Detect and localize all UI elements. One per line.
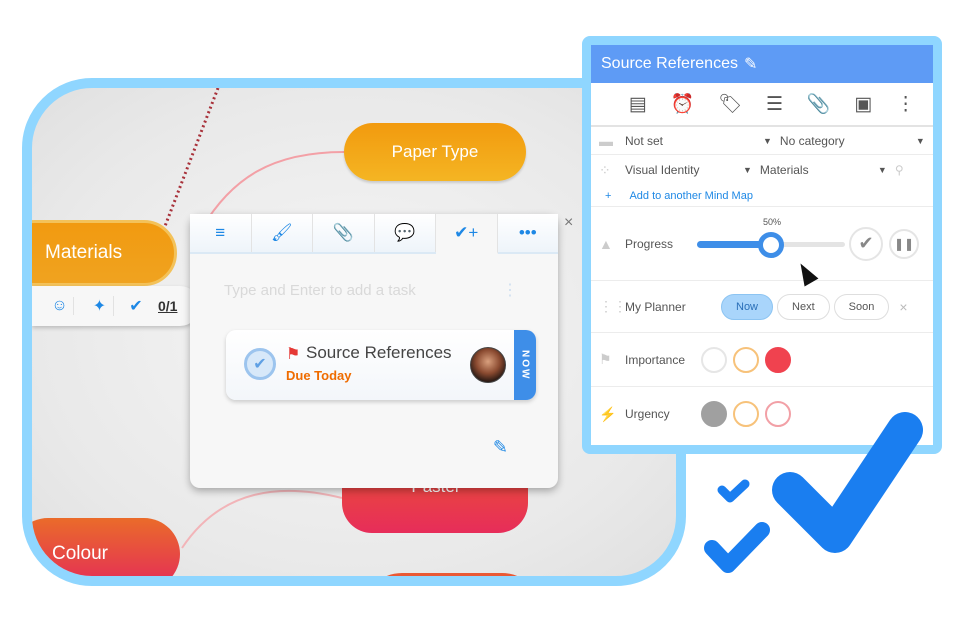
lightning-icon: ⚡ bbox=[599, 405, 617, 422]
flag-icon: ⚑ bbox=[599, 351, 612, 367]
importance-row: ⚑ Importance bbox=[591, 333, 933, 387]
progress-row: ▲ Progress 50% ✔ ❚❚ bbox=[591, 207, 933, 281]
task-title: Source References bbox=[306, 343, 452, 362]
node-toolbar: ☺ ✦ ✔ 0/1 bbox=[32, 286, 200, 326]
slider-thumb[interactable] bbox=[758, 231, 784, 258]
tab-comments[interactable]: 💬 bbox=[374, 214, 436, 252]
image-icon[interactable]: ▣ bbox=[854, 93, 872, 116]
task-complete-checkbox[interactable]: ✔ bbox=[244, 348, 276, 380]
planner-icon: ⋮⋮ bbox=[599, 298, 627, 314]
task-check-icon[interactable]: ✔ bbox=[126, 296, 146, 316]
tab-tasks[interactable]: ✔+ bbox=[436, 214, 498, 254]
map-select[interactable]: Visual Identity bbox=[625, 163, 735, 177]
importance-option-none[interactable] bbox=[701, 346, 727, 373]
paperclip-icon[interactable]: 📎 bbox=[807, 92, 831, 116]
connector-pastel bbox=[181, 489, 343, 549]
paperclip-icon: 📎 bbox=[332, 223, 354, 242]
planner-label: My Planner bbox=[625, 299, 686, 314]
check-icon: ✔ bbox=[858, 233, 874, 253]
add-to-map-label: Add to another Mind Map bbox=[629, 189, 753, 202]
plus-icon: + bbox=[605, 189, 612, 202]
decorative-checkmarks bbox=[704, 412, 923, 573]
properties-panel: Source References ✎ ▤ ⏰ 🏷 ☰ 📎 ▣ ⋮ ▬ Not … bbox=[582, 36, 942, 454]
connector-dotted bbox=[160, 88, 220, 235]
progress-slider[interactable]: 50% bbox=[697, 217, 845, 259]
emoji-add-icon[interactable]: ☺ bbox=[46, 297, 74, 315]
tab-style[interactable]: 🖌 bbox=[251, 214, 313, 252]
tag-icon[interactable]: 🏷 bbox=[718, 92, 742, 116]
node-materials[interactable]: Materials bbox=[32, 220, 177, 286]
planner-soon-button[interactable]: Soon bbox=[833, 293, 890, 320]
task-panel-tabs: ≡ 🖌 📎 💬 ✔+ ••• bbox=[190, 214, 558, 254]
importance-label: Importance bbox=[625, 352, 686, 367]
task-now-badge: NOW bbox=[514, 330, 536, 400]
large-check-icon bbox=[772, 412, 923, 553]
check-icon: ✔ bbox=[253, 356, 267, 373]
map-node-select[interactable]: Materials bbox=[760, 163, 870, 177]
comment-icon: 💬 bbox=[394, 223, 416, 242]
mind-map-icon: ⁘ bbox=[599, 161, 611, 178]
notes-icon: ≡ bbox=[215, 223, 226, 242]
edit-title-icon[interactable]: ✎ bbox=[744, 54, 757, 74]
clear-planner-icon[interactable]: × bbox=[899, 299, 907, 315]
add-task-input[interactable]: Type and Enter to add a task bbox=[224, 282, 416, 299]
complete-button[interactable]: ✔ bbox=[849, 226, 883, 261]
chevron-down-icon[interactable]: ▼ bbox=[763, 136, 772, 146]
more-vertical-icon[interactable]: ⋮ bbox=[896, 93, 915, 116]
edit-pencil-icon[interactable]: ✎ bbox=[493, 437, 508, 458]
task-panel: ≡ 🖌 📎 💬 ✔+ ••• Type and Enter to add a t… bbox=[190, 214, 558, 488]
locate-pin-icon[interactable]: ⚲ bbox=[895, 163, 904, 177]
node-paper-type[interactable]: Paper Type bbox=[344, 123, 526, 181]
list-icon[interactable]: ☰ bbox=[766, 93, 783, 116]
node-colour[interactable]: Colour bbox=[32, 518, 180, 576]
planner-next-button[interactable]: Next bbox=[777, 293, 830, 320]
folder-row: ▬ Not set ▼ No category ▼ bbox=[591, 127, 933, 155]
more-icon: ••• bbox=[518, 223, 537, 242]
close-icon[interactable]: × bbox=[564, 214, 573, 232]
small-check-icon bbox=[717, 479, 750, 503]
task-card[interactable]: ✔ ⚑ Source References Due Today NOW bbox=[226, 330, 536, 400]
category-select[interactable]: No category bbox=[780, 134, 908, 148]
tab-attachments[interactable]: 📎 bbox=[313, 214, 375, 252]
chevron-down-icon[interactable]: ▼ bbox=[878, 165, 887, 175]
properties-header: Source References ✎ bbox=[591, 45, 933, 83]
mountain-icon: ▲ bbox=[599, 235, 613, 252]
planner-row: ⋮⋮ My Planner Now Next Soon × bbox=[591, 281, 933, 333]
more-vertical-icon[interactable]: ⋮ bbox=[502, 280, 518, 300]
importance-option-high[interactable] bbox=[765, 346, 791, 373]
node-partial[interactable] bbox=[362, 573, 542, 576]
tab-more[interactable]: ••• bbox=[497, 214, 558, 252]
task-add-icon: ✔+ bbox=[454, 223, 479, 242]
folder-select[interactable]: Not set bbox=[625, 134, 755, 148]
pause-button[interactable]: ❚❚ bbox=[889, 228, 919, 259]
chevron-down-icon[interactable]: ▼ bbox=[743, 165, 752, 175]
chevron-down-icon[interactable]: ▼ bbox=[916, 136, 925, 146]
notes-icon[interactable]: ▤ bbox=[629, 93, 647, 116]
map-row: ⁘ Visual Identity ▼ Materials ▼ ⚲ bbox=[591, 155, 933, 185]
folder-icon: ▬ bbox=[599, 132, 613, 149]
importance-option-medium[interactable] bbox=[733, 346, 759, 373]
task-count[interactable]: 0/1 bbox=[158, 298, 177, 314]
progress-value: 50% bbox=[763, 216, 782, 227]
medium-check-icon bbox=[704, 522, 770, 573]
task-due-date: Due Today bbox=[286, 368, 352, 383]
properties-title: Source References bbox=[601, 55, 738, 72]
add-to-map-link[interactable]: + Add to another Mind Map bbox=[591, 185, 933, 207]
flag-icon: ⚑ bbox=[286, 346, 301, 363]
pause-icon: ❚❚ bbox=[893, 236, 915, 251]
tab-notes[interactable]: ≡ bbox=[190, 214, 252, 252]
paintbrush-icon: 🖌 bbox=[270, 223, 293, 242]
properties-toolbar: ▤ ⏰ 🏷 ☰ 📎 ▣ ⋮ bbox=[591, 83, 933, 127]
alarm-icon[interactable]: ⏰ bbox=[671, 92, 695, 116]
assignee-avatar[interactable] bbox=[470, 347, 506, 383]
collapse-icon[interactable]: ✦ bbox=[86, 296, 114, 316]
planner-now-button[interactable]: Now bbox=[721, 293, 774, 320]
progress-label: Progress bbox=[625, 236, 674, 251]
